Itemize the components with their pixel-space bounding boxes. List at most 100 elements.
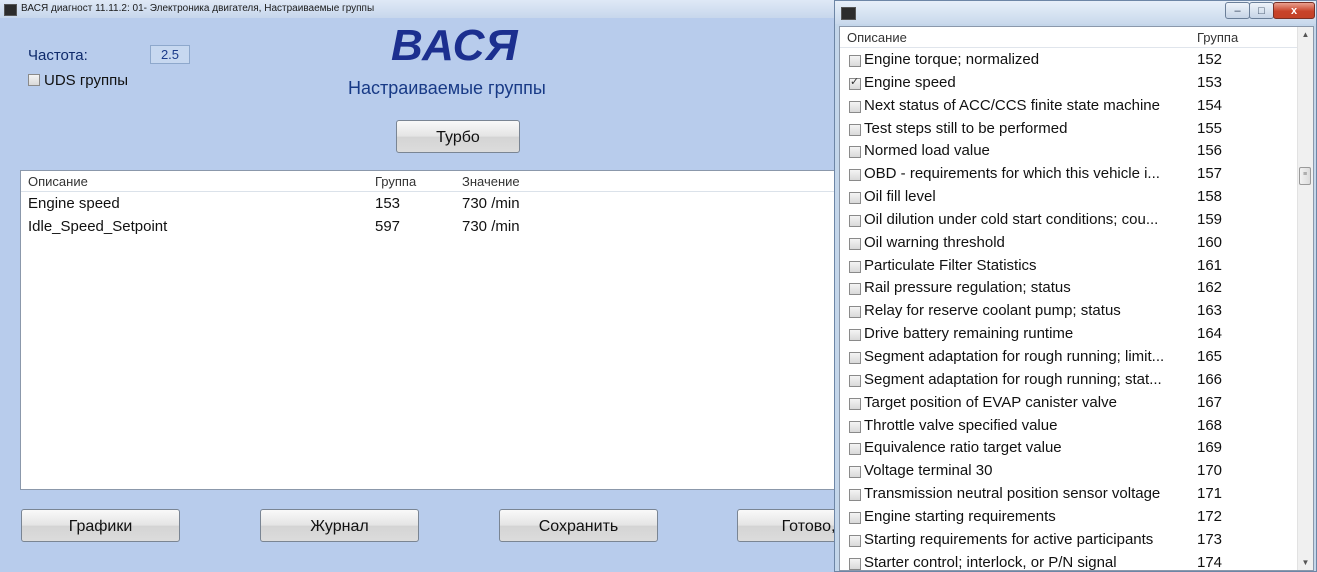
group-list-item[interactable]: Test steps still to be performed 155	[840, 118, 1298, 141]
group-picker-window: – □ x Описание Группа Engine torque; nor…	[834, 0, 1317, 572]
minimize-button[interactable]: –	[1225, 2, 1250, 19]
row-value: 730 /min	[462, 195, 520, 212]
item-group: 159	[1197, 210, 1223, 228]
item-checkbox[interactable]	[849, 123, 861, 136]
item-group: 153	[1197, 73, 1223, 91]
table-row[interactable]: Idle_Speed_Setpoint 597 730 /min	[21, 215, 871, 238]
save-button[interactable]: Сохранить	[499, 509, 658, 542]
app-icon	[4, 4, 17, 16]
row-description: Idle_Speed_Setpoint	[28, 218, 168, 235]
item-group: 155	[1197, 119, 1223, 137]
scroll-up-icon[interactable]: ▲	[1298, 27, 1313, 42]
group-list-item[interactable]: Relay for reserve coolant pump; status 16…	[840, 300, 1298, 323]
item-checkbox[interactable]	[849, 397, 861, 410]
column-header-group[interactable]: Группа	[375, 174, 416, 189]
turbo-button[interactable]: Турбо	[396, 120, 520, 153]
item-group: 157	[1197, 165, 1223, 183]
journal-button[interactable]: Журнал	[260, 509, 419, 542]
group-list-item[interactable]: Starter control; interlock, or P/N signa…	[840, 552, 1298, 571]
group-list-item[interactable]: Starting requirements for active partici…	[840, 529, 1298, 552]
item-description: Engine speed	[864, 73, 956, 91]
item-group: 164	[1197, 325, 1223, 343]
group-list-item[interactable]: Segment adaptation for rough running; li…	[840, 346, 1298, 369]
item-description: Relay for reserve coolant pump; status	[864, 302, 1121, 320]
group-list-item[interactable]: Oil warning threshold 160	[840, 232, 1298, 255]
maximize-button[interactable]: □	[1249, 2, 1274, 19]
group-list-item[interactable]: Equivalence ratio target value 169	[840, 437, 1298, 460]
group-list-item[interactable]: Oil dilution under cold start conditions…	[840, 209, 1298, 232]
item-checkbox[interactable]	[849, 489, 861, 502]
group-list-item[interactable]: Engine torque; normalized 152	[840, 49, 1298, 72]
scroll-down-icon[interactable]: ▼	[1298, 555, 1313, 570]
frequency-value: 2.5	[150, 45, 190, 64]
group-list-item[interactable]: Oil fill level 158	[840, 186, 1298, 209]
item-description: Transmission neutral position sensor vol…	[864, 485, 1161, 503]
item-checkbox[interactable]	[849, 443, 861, 456]
group-list-item[interactable]: Voltage terminal 30 170	[840, 460, 1298, 483]
table-row[interactable]: Engine speed 153 730 /min	[21, 192, 871, 215]
window-title: ВАСЯ диагност 11.11.2: 01- Электроника д…	[21, 3, 375, 14]
item-description: Starting requirements for active partici…	[864, 530, 1154, 548]
item-checkbox[interactable]	[849, 75, 861, 90]
group-list-item[interactable]: Normed load value 156	[840, 140, 1298, 163]
item-description: Particulate Filter Statistics	[864, 256, 1037, 274]
item-checkbox[interactable]	[849, 511, 861, 524]
item-description: Voltage terminal 30	[864, 462, 993, 480]
item-description: Drive battery remaining runtime	[864, 325, 1074, 343]
group-list-item[interactable]: Next status of ACC/CCS finite state mach…	[840, 95, 1298, 118]
column-header-description[interactable]: Описание	[847, 30, 907, 45]
item-group: 167	[1197, 393, 1223, 411]
item-checkbox[interactable]	[849, 100, 861, 113]
close-button[interactable]: x	[1273, 2, 1315, 19]
uds-groups-checkbox[interactable]	[28, 74, 40, 87]
graphs-button[interactable]: Графики	[21, 509, 180, 542]
group-list-item[interactable]: Particulate Filter Statistics 161	[840, 255, 1298, 278]
group-list-item[interactable]: Engine speed 153	[840, 72, 1298, 95]
item-checkbox[interactable]	[849, 146, 861, 159]
item-checkbox[interactable]	[849, 192, 861, 205]
values-table: Описание Группа Значение Engine speed 15…	[20, 170, 872, 490]
item-checkbox[interactable]	[849, 260, 861, 273]
group-list-item[interactable]: Drive battery remaining runtime 164	[840, 323, 1298, 346]
item-description: Target position of EVAP canister valve	[864, 393, 1117, 411]
item-group: 168	[1197, 416, 1223, 434]
item-checkbox[interactable]	[849, 55, 861, 67]
item-checkbox[interactable]	[849, 351, 861, 364]
group-list-item[interactable]: OBD - requirements for which this vehicl…	[840, 163, 1298, 186]
item-checkbox[interactable]	[849, 237, 861, 250]
group-list-header: Описание Группа	[840, 27, 1298, 48]
item-checkbox[interactable]	[849, 329, 861, 342]
item-checkbox[interactable]	[849, 283, 861, 296]
group-list-item[interactable]: Rail pressure regulation; status 162	[840, 277, 1298, 300]
vertical-scrollbar[interactable]: ▲ ≡ ▼	[1297, 27, 1313, 570]
item-group: 162	[1197, 279, 1223, 297]
uds-groups-option[interactable]: UDS группы	[28, 72, 128, 89]
item-group: 172	[1197, 507, 1223, 525]
item-description: Next status of ACC/CCS finite state mach…	[864, 96, 1160, 114]
item-checkbox[interactable]	[849, 557, 861, 570]
row-group: 153	[375, 195, 401, 212]
item-group: 169	[1197, 439, 1223, 457]
item-group: 166	[1197, 370, 1223, 388]
group-list-item[interactable]: Transmission neutral position sensor vol…	[840, 483, 1298, 506]
column-header-group[interactable]: Группа	[1197, 30, 1238, 45]
item-checkbox[interactable]	[849, 169, 861, 182]
item-description: Oil warning threshold	[864, 233, 1005, 251]
scroll-thumb[interactable]: ≡	[1299, 167, 1311, 185]
row-group: 597	[375, 218, 401, 235]
group-list-rows: Engine torque; normalized 152 Engine speed…	[840, 49, 1298, 571]
group-list-item[interactable]: Engine starting requirements 172	[840, 506, 1298, 529]
picker-title-bar[interactable]: – □ x	[835, 1, 1316, 24]
item-checkbox[interactable]	[849, 420, 861, 433]
item-checkbox[interactable]	[849, 306, 861, 319]
item-checkbox[interactable]	[849, 534, 861, 547]
item-checkbox[interactable]	[849, 374, 861, 387]
item-checkbox[interactable]	[849, 466, 861, 479]
group-list-item[interactable]: Segment adaptation for rough running; st…	[840, 369, 1298, 392]
group-list-item[interactable]: Target position of EVAP canister valve 16…	[840, 392, 1298, 415]
item-description: Starter control; interlock, or P/N signa…	[864, 553, 1117, 571]
item-checkbox[interactable]	[849, 214, 861, 227]
column-header-description[interactable]: Описание	[28, 174, 88, 189]
group-list-item[interactable]: Throttle valve specified value 168	[840, 415, 1298, 438]
column-header-value[interactable]: Значение	[462, 174, 520, 189]
